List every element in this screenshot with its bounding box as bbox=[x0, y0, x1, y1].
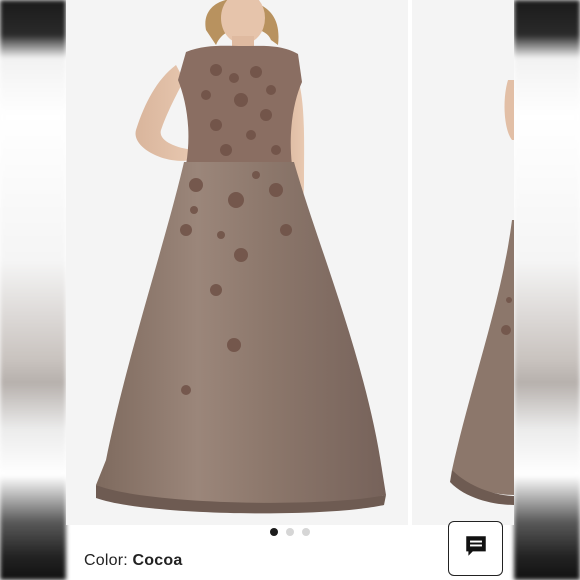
dress-illustration bbox=[96, 0, 386, 514]
blurred-background-left bbox=[0, 0, 66, 580]
chat-bubble-icon bbox=[463, 533, 489, 564]
color-value: Cocoa bbox=[132, 552, 183, 569]
product-image-main[interactable] bbox=[66, 0, 408, 525]
carousel-dot-3[interactable] bbox=[302, 528, 310, 536]
chat-button[interactable] bbox=[448, 521, 503, 576]
carousel-dot-1[interactable] bbox=[270, 528, 278, 536]
dress-illustration-next bbox=[450, 80, 514, 505]
blurred-background-right bbox=[514, 0, 580, 580]
product-color: Color: Cocoa bbox=[84, 552, 182, 570]
carousel-dot-2[interactable] bbox=[286, 528, 294, 536]
image-carousel[interactable] bbox=[66, 0, 514, 525]
color-label: Color: bbox=[84, 552, 128, 569]
product-image-next[interactable] bbox=[412, 0, 514, 525]
